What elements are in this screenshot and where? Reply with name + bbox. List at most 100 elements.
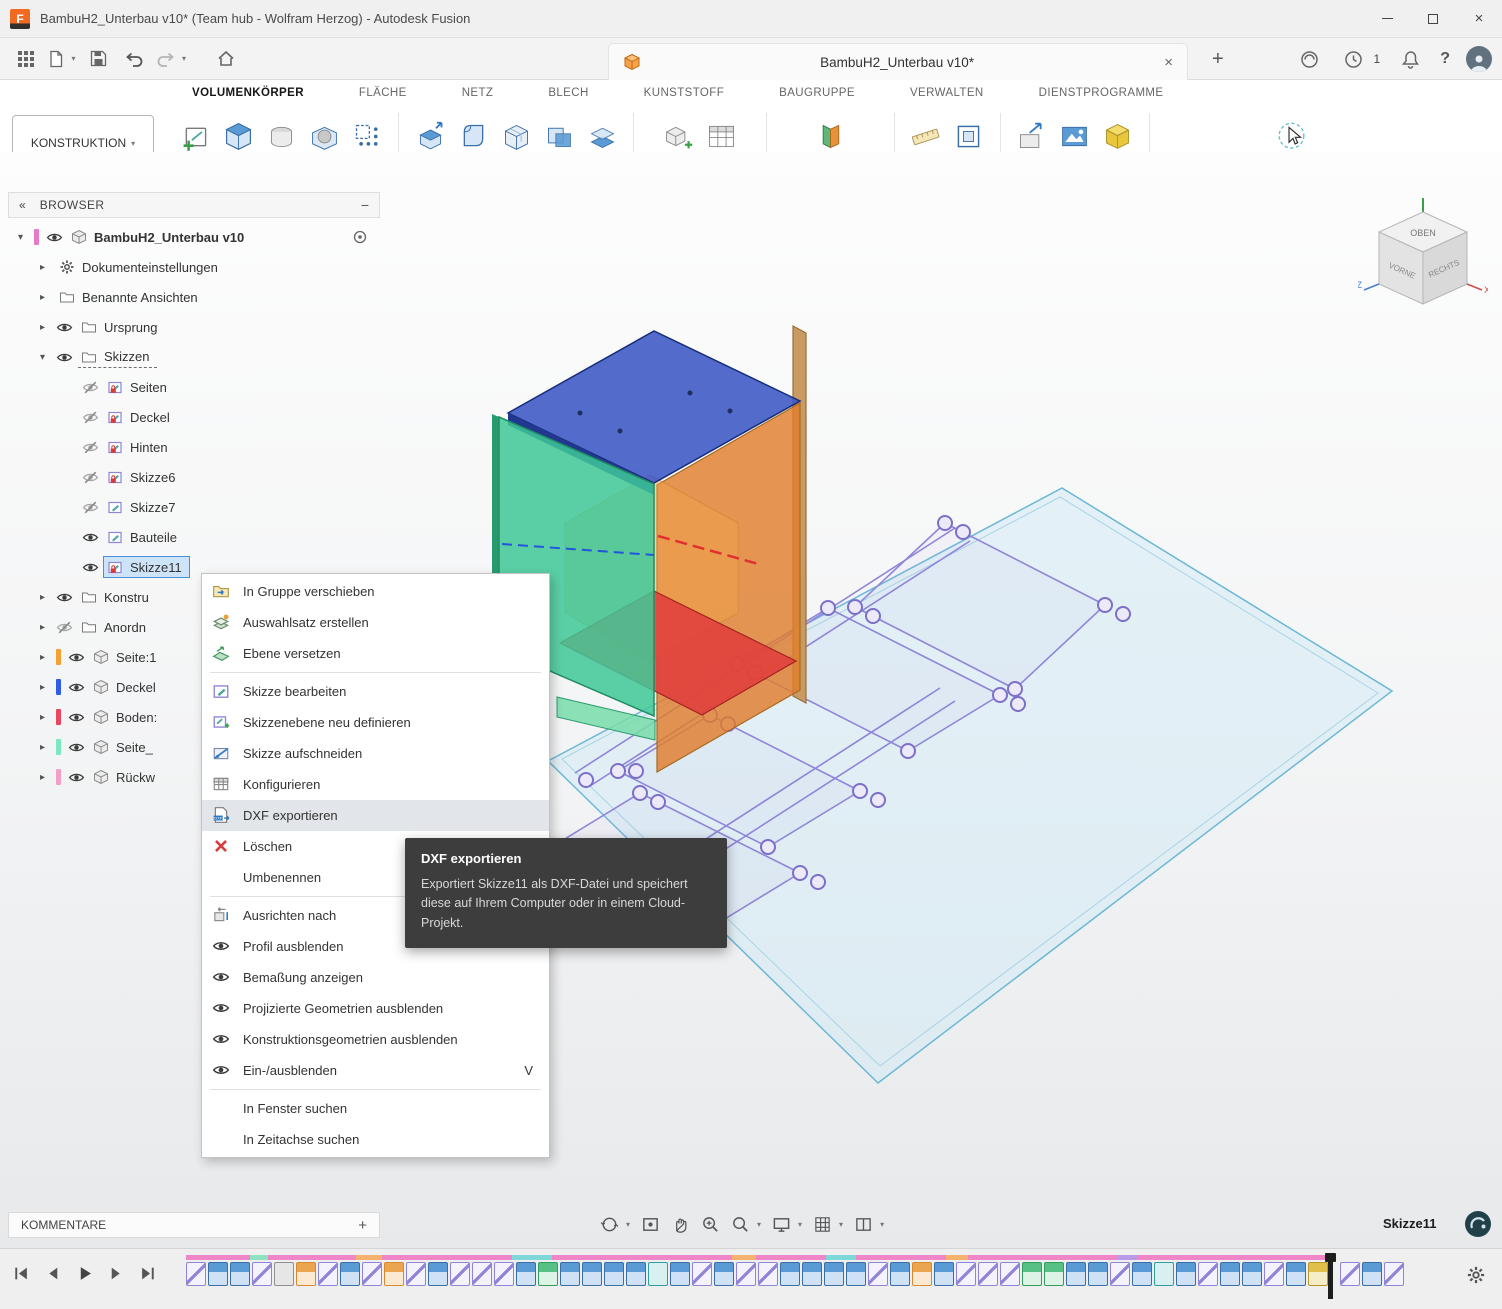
timeline-feature-icon[interactable] [186,1262,206,1286]
timeline-feature-icon[interactable] [472,1262,492,1286]
extensions-icon[interactable] [1296,44,1324,74]
undo-button[interactable] [120,44,148,74]
zoom-button[interactable] [701,1215,720,1234]
timeline-feature-icon[interactable] [1110,1262,1130,1286]
expand-chevron-icon[interactable]: ▸ [40,262,56,273]
ribbon-tab-dienstprogramme[interactable]: DIENSTPROGRAMME [1039,87,1164,99]
extrude-button[interactable] [219,117,257,155]
ribbon-tab-verwalten[interactable]: VERWALTEN [910,87,984,99]
orbit-button[interactable]: ▾ [600,1215,630,1234]
assistant-button[interactable] [1464,1210,1492,1238]
viewports-button[interactable]: ▾ [854,1215,884,1234]
timeline-feature-icon[interactable] [956,1262,976,1286]
play-button[interactable] [76,1265,93,1282]
expand-chevron-icon[interactable]: ▾ [18,232,34,243]
timeline-feature-icon[interactable] [1132,1262,1152,1286]
timeline-feature-icon[interactable] [1044,1262,1064,1286]
tab-close-icon[interactable]: × [1164,54,1173,71]
timeline-feature-icon[interactable] [1022,1262,1042,1286]
timeline-feature-icon[interactable] [824,1262,844,1286]
visibility-on-icon[interactable] [82,559,104,576]
visibility-on-icon[interactable] [68,679,90,696]
menu-item-skizze-bearbeiten[interactable]: Skizze bearbeiten [202,676,549,707]
ribbon-tab-volumenk-rper[interactable]: VOLUMENKÖRPER [192,87,304,99]
timeline-feature-icon[interactable] [912,1262,932,1286]
timeline-feature-icon[interactable] [1242,1262,1262,1286]
expand-chevron-icon[interactable]: ▸ [40,322,56,333]
minimize-panel-icon[interactable]: − [361,197,369,213]
new-sketch-button[interactable] [176,117,214,155]
notifications-bell-icon[interactable] [1396,44,1424,74]
timeline-feature-icon[interactable] [648,1262,668,1286]
construction-plane-button[interactable] [811,117,849,155]
ribbon-tab-fl-che[interactable]: FLÄCHE [359,87,407,99]
collapse-panel-icon[interactable]: « [19,198,26,212]
timeline-feature-icon[interactable] [1264,1262,1284,1286]
insert-canvas-button[interactable] [1056,117,1094,155]
browser-item-dokumenteinstellungen[interactable]: ▸Dokumenteinstellungen [8,252,380,282]
pan-button[interactable] [671,1215,690,1234]
visibility-on-icon[interactable] [56,589,78,606]
expand-chevron-icon[interactable]: ▾ [40,352,56,363]
ribbon-tab-blech[interactable]: BLECH [548,87,588,99]
user-avatar[interactable] [1466,46,1492,72]
menu-item-auswahlsatz-erstellen[interactable]: Auswahlsatz erstellen [202,607,549,638]
menu-item-in-fenster-suchen[interactable]: In Fenster suchen [202,1093,549,1124]
visibility-on-icon[interactable] [56,319,78,336]
job-status-icon[interactable] [1340,44,1368,74]
timeline-feature-icon[interactable] [890,1262,910,1286]
browser-item-skizze6[interactable]: Skizze6 [8,462,380,492]
close-button[interactable]: × [1456,0,1502,38]
timeline-feature-icon[interactable] [1198,1262,1218,1286]
browser-item-hinten[interactable]: Hinten [8,432,380,462]
menu-item-ein-ausblenden[interactable]: Ein-/ausblendenV [202,1055,549,1086]
revolve-button[interactable] [262,117,300,155]
timeline-feature-icon[interactable] [802,1262,822,1286]
insert-mcmaster-button[interactable] [1099,117,1137,155]
timeline-feature-icon[interactable] [846,1262,866,1286]
browser-item-seiten[interactable]: Seiten [8,372,380,402]
document-tab[interactable]: BambuH2_Unterbau v10* × [608,43,1188,80]
expand-chevron-icon[interactable]: ▸ [40,772,56,783]
timeline-settings-gear-icon[interactable] [1466,1265,1486,1285]
skip-to-start-button[interactable] [12,1265,29,1282]
ribbon-tab-kunststoff[interactable]: KUNSTSTOFF [644,87,724,99]
menu-item-konstruktionsgeometrien-ausblenden[interactable]: Konstruktionsgeometrien ausblenden [202,1024,549,1055]
redo-button[interactable]: ▾ [156,44,186,74]
timeline-feature-icon[interactable] [582,1262,602,1286]
browser-root-row[interactable]: ▾ BambuH2_Unterbau v10 [8,222,380,252]
menu-item-konfigurieren[interactable]: Konfigurieren [202,769,549,800]
expand-chevron-icon[interactable]: ▸ [40,712,56,723]
viewcube[interactable]: OBEN VORNE RECHTS Z X [1358,198,1488,318]
home-button[interactable] [212,44,240,74]
timeline-feature-icon[interactable] [1154,1262,1174,1286]
timeline-feature-icon[interactable] [296,1262,316,1286]
timeline-feature-icon[interactable] [758,1262,778,1286]
timeline-feature-icon[interactable] [692,1262,712,1286]
visibility-on-icon[interactable] [82,529,104,546]
new-tab-button[interactable]: + [1212,48,1224,71]
timeline-playhead[interactable] [1328,1253,1333,1299]
save-button[interactable] [84,44,112,74]
expand-chevron-icon[interactable]: ▸ [40,742,56,753]
timeline-feature-icon[interactable] [1286,1262,1306,1286]
visibility-on-icon[interactable] [68,709,90,726]
measure-button[interactable] [907,117,945,155]
ribbon-tab-netz[interactable]: NETZ [462,87,494,99]
sweep-button[interactable] [305,117,343,155]
timeline-feature-icon[interactable] [1000,1262,1020,1286]
timeline-feature-icon[interactable] [1088,1262,1108,1286]
expand-chevron-icon[interactable]: ▸ [40,652,56,663]
select-button[interactable] [1272,117,1310,155]
browser-item-bauteile[interactable]: Bauteile [8,522,380,552]
timeline-feature-icon[interactable] [494,1262,514,1286]
menu-item-dxf-exportieren[interactable]: DXF exportieren [202,800,549,831]
zoom-window-button[interactable]: ▾ [731,1215,761,1234]
timeline-feature-icon[interactable] [252,1262,272,1286]
step-forward-button[interactable] [108,1265,125,1282]
browser-item-skizzen[interactable]: ▾Skizzen [8,342,380,372]
fillet-button[interactable] [454,117,492,155]
timeline-feature-icon[interactable] [1176,1262,1196,1286]
menu-item-in-zeitachse-suchen[interactable]: In Zeitachse suchen [202,1124,549,1155]
visibility-off-icon[interactable] [82,409,104,426]
